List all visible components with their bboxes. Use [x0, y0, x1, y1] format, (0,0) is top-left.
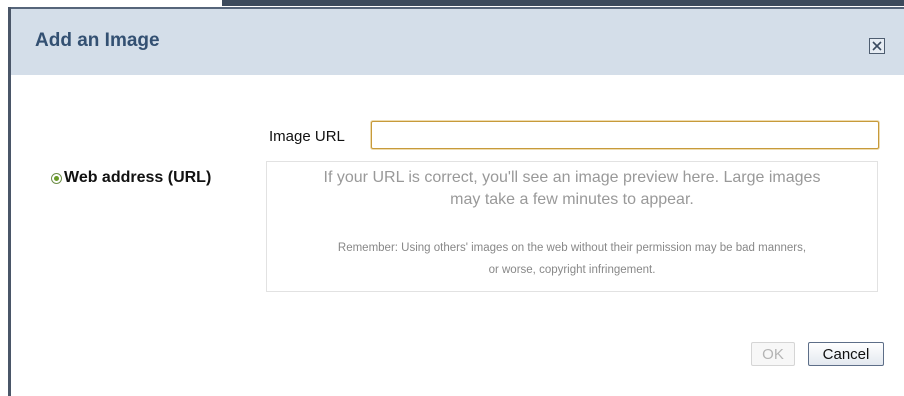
cancel-button[interactable]: Cancel — [808, 342, 884, 366]
background-window-edge — [222, 0, 904, 6]
page: Add an Image Web address (URL) Image URL… — [0, 0, 904, 396]
background-window-strip — [0, 0, 904, 7]
dialog-titlebar: Add an Image — [11, 7, 904, 75]
copyright-warning-text: Remember: Using others' images on the we… — [267, 237, 877, 281]
image-preview-box: If your URL is correct, you'll see an im… — [266, 161, 878, 292]
close-button[interactable] — [869, 38, 885, 54]
image-url-label: Image URL — [269, 128, 345, 145]
close-x-icon — [872, 41, 882, 51]
web-address-label: Web address (URL) — [64, 169, 212, 186]
web-address-option[interactable]: Web address (URL) — [51, 169, 211, 187]
preview-hint-line-2: may take a few minutes to appear. — [450, 191, 694, 208]
image-url-input[interactable] — [371, 121, 879, 149]
add-image-dialog: Add an Image Web address (URL) Image URL… — [8, 7, 904, 396]
ok-button[interactable]: OK — [751, 342, 795, 366]
copyright-warning-line-2: or worse, copyright infringement. — [488, 264, 656, 276]
preview-hint-line-1: If your URL is correct, you'll see an im… — [323, 169, 821, 186]
radio-selected-icon[interactable] — [51, 173, 62, 184]
copyright-warning-line-1: Remember: Using others' images on the we… — [337, 242, 807, 254]
dialog-title: Add an Image — [35, 30, 160, 51]
preview-hint-text: If your URL is correct, you'll see an im… — [267, 167, 877, 211]
